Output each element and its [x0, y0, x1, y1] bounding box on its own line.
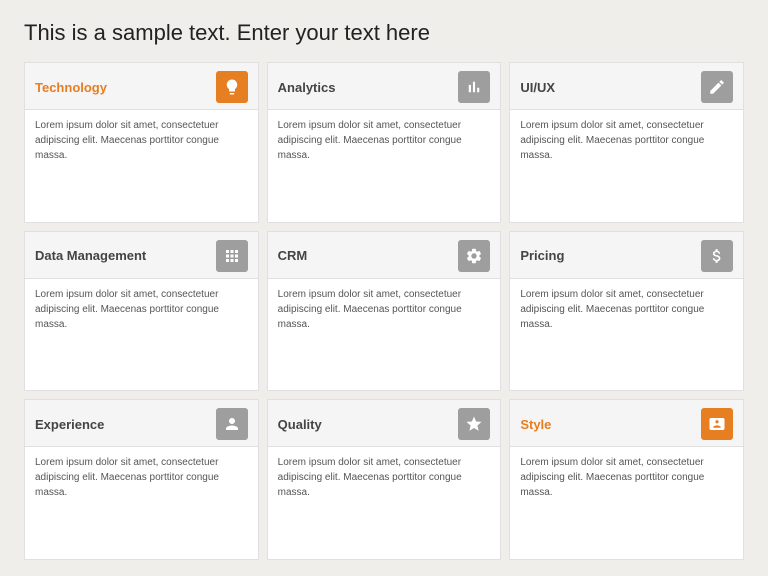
page-container: This is a sample text. Enter your text h…	[0, 0, 768, 576]
card-pricing-header: Pricing	[510, 232, 743, 279]
page-title: This is a sample text. Enter your text h…	[24, 20, 744, 46]
data-management-icon	[216, 240, 248, 272]
card-technology-body: Lorem ipsum dolor sit amet, consectetuer…	[25, 110, 258, 222]
card-quality-header: Quality	[268, 400, 501, 447]
card-technology-title: Technology	[35, 80, 107, 95]
card-crm-header: CRM	[268, 232, 501, 279]
card-pricing-title: Pricing	[520, 248, 564, 263]
card-experience-title: Experience	[35, 417, 104, 432]
card-style-header: Style	[510, 400, 743, 447]
card-analytics: Analytics Lorem ipsum dolor sit amet, co…	[267, 62, 502, 223]
card-data-management: Data Management Lorem ipsum dolor sit am…	[24, 231, 259, 392]
card-technology: Technology Lorem ipsum dolor sit amet, c…	[24, 62, 259, 223]
card-technology-header: Technology	[25, 63, 258, 110]
card-experience-header: Experience	[25, 400, 258, 447]
card-uiux-body: Lorem ipsum dolor sit amet, consectetuer…	[510, 110, 743, 222]
card-data-management-header: Data Management	[25, 232, 258, 279]
card-quality-title: Quality	[278, 417, 322, 432]
crm-icon	[458, 240, 490, 272]
pricing-icon	[701, 240, 733, 272]
card-quality-body: Lorem ipsum dolor sit amet, consectetuer…	[268, 447, 501, 559]
card-experience: Experience Lorem ipsum dolor sit amet, c…	[24, 399, 259, 560]
card-quality: Quality Lorem ipsum dolor sit amet, cons…	[267, 399, 502, 560]
technology-icon	[216, 71, 248, 103]
card-style-title: Style	[520, 417, 551, 432]
card-uiux: UI/UX Lorem ipsum dolor sit amet, consec…	[509, 62, 744, 223]
card-pricing-body: Lorem ipsum dolor sit amet, consectetuer…	[510, 279, 743, 391]
quality-icon	[458, 408, 490, 440]
card-uiux-title: UI/UX	[520, 80, 555, 95]
analytics-icon	[458, 71, 490, 103]
card-pricing: Pricing Lorem ipsum dolor sit amet, cons…	[509, 231, 744, 392]
card-style: Style Lorem ipsum dolor sit amet, consec…	[509, 399, 744, 560]
card-crm: CRM Lorem ipsum dolor sit amet, consecte…	[267, 231, 502, 392]
card-crm-body: Lorem ipsum dolor sit amet, consectetuer…	[268, 279, 501, 391]
card-grid: Technology Lorem ipsum dolor sit amet, c…	[24, 62, 744, 560]
card-analytics-header: Analytics	[268, 63, 501, 110]
card-analytics-body: Lorem ipsum dolor sit amet, consectetuer…	[268, 110, 501, 222]
card-analytics-title: Analytics	[278, 80, 336, 95]
card-experience-body: Lorem ipsum dolor sit amet, consectetuer…	[25, 447, 258, 559]
card-data-management-title: Data Management	[35, 248, 146, 263]
card-data-management-body: Lorem ipsum dolor sit amet, consectetuer…	[25, 279, 258, 391]
card-style-body: Lorem ipsum dolor sit amet, consectetuer…	[510, 447, 743, 559]
uiux-icon	[701, 71, 733, 103]
card-uiux-header: UI/UX	[510, 63, 743, 110]
style-icon	[701, 408, 733, 440]
card-crm-title: CRM	[278, 248, 308, 263]
experience-icon	[216, 408, 248, 440]
